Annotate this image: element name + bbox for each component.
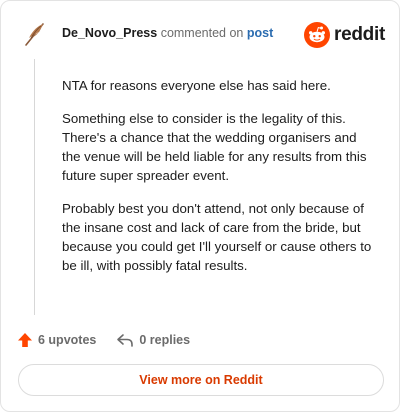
- comment-body: NTA for reasons everyone else has said h…: [62, 76, 374, 289]
- comment-byline: De_Novo_Press commented on post: [62, 26, 273, 40]
- comment-paragraph: NTA for reasons everyone else has said h…: [62, 78, 331, 93]
- comment-paragraph: Probably best you don't attend, not only…: [62, 201, 372, 273]
- upvote-count: 6 upvotes: [38, 333, 97, 347]
- reddit-logo-icon: [304, 22, 331, 48]
- commented-on-text: commented on: [160, 26, 244, 40]
- view-more-button[interactable]: View more on Reddit: [18, 364, 384, 396]
- upvote-arrow-icon: [18, 333, 32, 347]
- reddit-brand[interactable]: reddit: [304, 22, 385, 48]
- comment-header: De_Novo_Press commented on post reddit: [21, 20, 385, 50]
- reply-count: 0 replies: [139, 333, 191, 347]
- comment-paragraph: Something else to consider is the legali…: [62, 111, 367, 183]
- post-link[interactable]: post: [247, 26, 273, 40]
- upvote-button[interactable]: 6 upvotes: [17, 332, 96, 348]
- quill-feather-icon: [25, 23, 44, 46]
- comment-actions: 6 upvotes 0 replies: [17, 331, 190, 349]
- username-link[interactable]: De_Novo_Press: [62, 26, 157, 40]
- thread-line: [34, 59, 35, 315]
- reply-arrow-icon: [117, 334, 134, 347]
- reply-button[interactable]: 0 replies: [116, 332, 190, 348]
- reddit-comment-card: De_Novo_Press commented on post reddit N…: [0, 0, 400, 412]
- reddit-wordmark: reddit: [334, 24, 385, 45]
